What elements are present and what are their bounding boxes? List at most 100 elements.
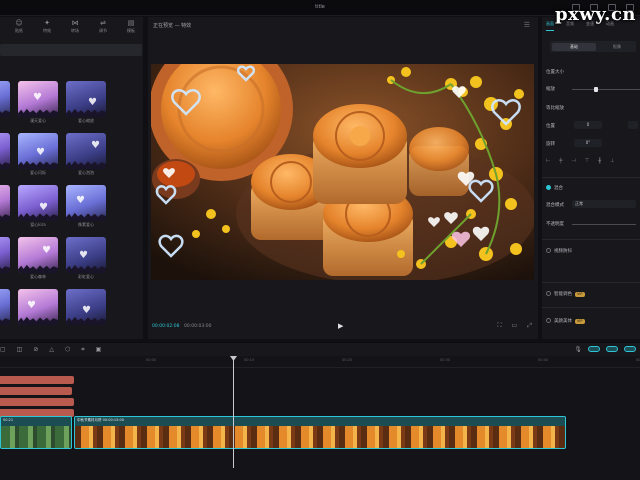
blend-checkbox[interactable] <box>546 185 551 190</box>
heart-icon: ♥ <box>76 195 85 206</box>
stabilize-label: 视频防抖 <box>554 249 572 254</box>
video-clip-2[interactable]: 中秋节素材月饼 00:00:15:00 <box>74 416 566 449</box>
segment-basic[interactable]: 基础 <box>552 42 596 51</box>
effect-label: 爱心泡泡 <box>78 170 94 175</box>
delete-icon[interactable]: ⊘ <box>33 346 38 354</box>
template-icon: ▤ <box>127 19 135 27</box>
tab-0[interactable]: 画面 <box>546 21 554 31</box>
link-toggle[interactable] <box>588 346 600 352</box>
tool-template[interactable]: ▤ 模板 <box>122 17 140 37</box>
effect-thumbnail[interactable]: ♥ <box>66 133 106 169</box>
preview-axis-toggle[interactable] <box>624 346 636 352</box>
ratio-icon[interactable]: ▭ <box>512 322 518 330</box>
title-bar: title <box>0 0 640 16</box>
vip-badge: VIP <box>575 292 585 297</box>
video-clip-1[interactable]: 00:21 <box>0 416 72 449</box>
effect-thumbnail[interactable]: ♥ <box>0 133 10 169</box>
effect-thumbnail[interactable]: ♥ <box>0 81 10 117</box>
split-icon[interactable]: ◫ <box>17 346 23 354</box>
heart-icon: ♥ <box>42 245 51 256</box>
stabilize-checkbox[interactable] <box>546 248 551 253</box>
crop-icon[interactable]: ⌗ <box>81 346 84 354</box>
playhead[interactable] <box>233 356 234 468</box>
tool-label: 贴纸 <box>15 28 23 33</box>
time-ruler[interactable]: 00:00 00:10 00:20 00:30 00:40 00:50 <box>0 356 640 368</box>
app-window: title ☺贴纸 ✦特效 ⋈转场 ⇌调节 ▤模板 ♥ ♥ 漫天爱心 ♥ 爱心缩放 ♥ ♥ 爱心闪烁 ♥… <box>0 0 640 480</box>
align-bottom-icon[interactable]: ⊥ <box>610 158 614 164</box>
rotate-label: 旋转 <box>546 142 555 147</box>
fullscreen-icon[interactable]: ⤢ <box>527 322 532 330</box>
text-track-clip[interactable] <box>0 387 72 395</box>
scale-slider[interactable] <box>572 87 640 92</box>
timeline-toolbar: ▢ ◫ ⊘ △ ⬡ ⌗ ▣ 🎙 <box>0 342 640 356</box>
effect-thumbnail[interactable]: ♥ <box>18 289 58 325</box>
effect-label: 爱心kira <box>30 222 46 227</box>
play-icon[interactable]: ▶ <box>338 322 343 330</box>
freeze-icon[interactable]: △ <box>49 346 54 354</box>
mic-icon[interactable]: 🎙 <box>574 346 582 353</box>
preview-header: 正在预览 — 特效 <box>153 23 192 29</box>
preview-panel: 正在预览 — 特效 ☰ 00:00:02:08 00:00:03:00 ▶ ⛶ … <box>148 17 538 339</box>
properties-panel: 画面 音频 变速 动画 基础 抠像 位置大小 缩放 等比缩放 位置 0 旋转 0° ⊢… <box>542 17 640 339</box>
ruler-tick-label: 00:00 <box>146 358 157 362</box>
position-y-field[interactable] <box>628 121 638 129</box>
text-track-clip[interactable] <box>0 398 74 406</box>
heart-icon: ♥ <box>36 147 45 158</box>
tool-label: 转场 <box>71 28 79 33</box>
smart-color-label: 智能调色 <box>554 292 572 297</box>
effects-icon: ✦ <box>44 19 50 27</box>
tool-transition[interactable]: ⋈ 转场 <box>66 17 84 37</box>
opacity-slider[interactable] <box>572 224 636 225</box>
text-track-clip[interactable] <box>0 376 74 384</box>
watermark: pxwy.cn <box>554 4 636 25</box>
heart-icon: ♥ <box>82 305 91 316</box>
align-top-icon[interactable]: ⊤ <box>585 158 589 164</box>
ruler-tick-label: 00:20 <box>342 358 353 362</box>
beauty-row: 美颜美体 VIP <box>554 318 585 324</box>
transition-icon: ⋈ <box>71 19 79 27</box>
snap-toggle[interactable] <box>606 346 618 352</box>
effect-thumbnail[interactable]: ♥ <box>66 185 106 221</box>
heart-icon: ♥ <box>27 300 36 311</box>
effect-thumbnail[interactable]: ♥ <box>0 237 10 273</box>
effect-thumbnail[interactable]: ♥ <box>18 237 58 273</box>
image-icon[interactable]: ▣ <box>96 346 102 354</box>
heart-icon: ♥ <box>33 92 42 103</box>
beauty-checkbox[interactable] <box>546 318 551 323</box>
effect-thumbnail[interactable]: ♥ <box>18 81 58 117</box>
smart-color-checkbox[interactable] <box>546 291 551 296</box>
align-left-icon[interactable]: ⊢ <box>546 158 550 164</box>
effect-thumbnail[interactable]: ♥ <box>66 289 106 325</box>
menu-icon[interactable]: ☰ <box>524 21 530 29</box>
crop-icon[interactable]: ⛶ <box>497 322 501 330</box>
tool-effects[interactable]: ✦ 特效 <box>38 17 56 37</box>
align-right-icon[interactable]: ⊣ <box>571 158 575 164</box>
rotate-field[interactable]: 0° <box>574 139 602 147</box>
blend-mode-select[interactable]: 正常 <box>572 200 636 208</box>
ruler-tick-label: 00:30 <box>440 358 451 362</box>
align-center-icon[interactable]: ╪ <box>559 158 562 164</box>
timeline[interactable]: 00:00 00:10 00:20 00:30 00:40 00:50 00:21 中秋节… <box>0 356 640 480</box>
position-x-field[interactable]: 0 <box>574 121 602 129</box>
effect-thumbnail[interactable]: ♥ <box>0 185 10 221</box>
vip-badge: VIP <box>575 319 585 324</box>
effect-label: 爱心森林 <box>30 274 46 279</box>
search-input[interactable] <box>0 44 142 56</box>
tool-sticker[interactable]: ☺ 贴纸 <box>10 17 28 37</box>
heart-icon: ♥ <box>39 202 48 213</box>
segment-keyer[interactable]: 抠像 <box>600 43 634 51</box>
heart-icon: ♥ <box>79 250 88 261</box>
video-frame[interactable] <box>151 64 534 280</box>
position-size-label: 位置大小 <box>546 70 564 75</box>
effect-thumbnail[interactable]: ♥ <box>18 133 58 169</box>
effect-thumbnail[interactable]: ♥ <box>66 81 106 117</box>
effect-thumbnail[interactable]: ♥ <box>0 289 10 325</box>
effect-thumbnail[interactable]: ♥ <box>66 237 106 273</box>
effect-thumbnail[interactable]: ♥ <box>18 185 58 221</box>
select-icon[interactable]: ▢ <box>0 346 6 354</box>
basic-keyer-toggle[interactable]: 基础 抠像 <box>550 41 636 52</box>
align-middle-icon[interactable]: ╫ <box>598 158 601 164</box>
tool-adjust[interactable]: ⇌ 调节 <box>94 17 112 37</box>
scale-slider-knob[interactable] <box>594 87 599 92</box>
mirror-icon[interactable]: ⬡ <box>65 346 70 354</box>
